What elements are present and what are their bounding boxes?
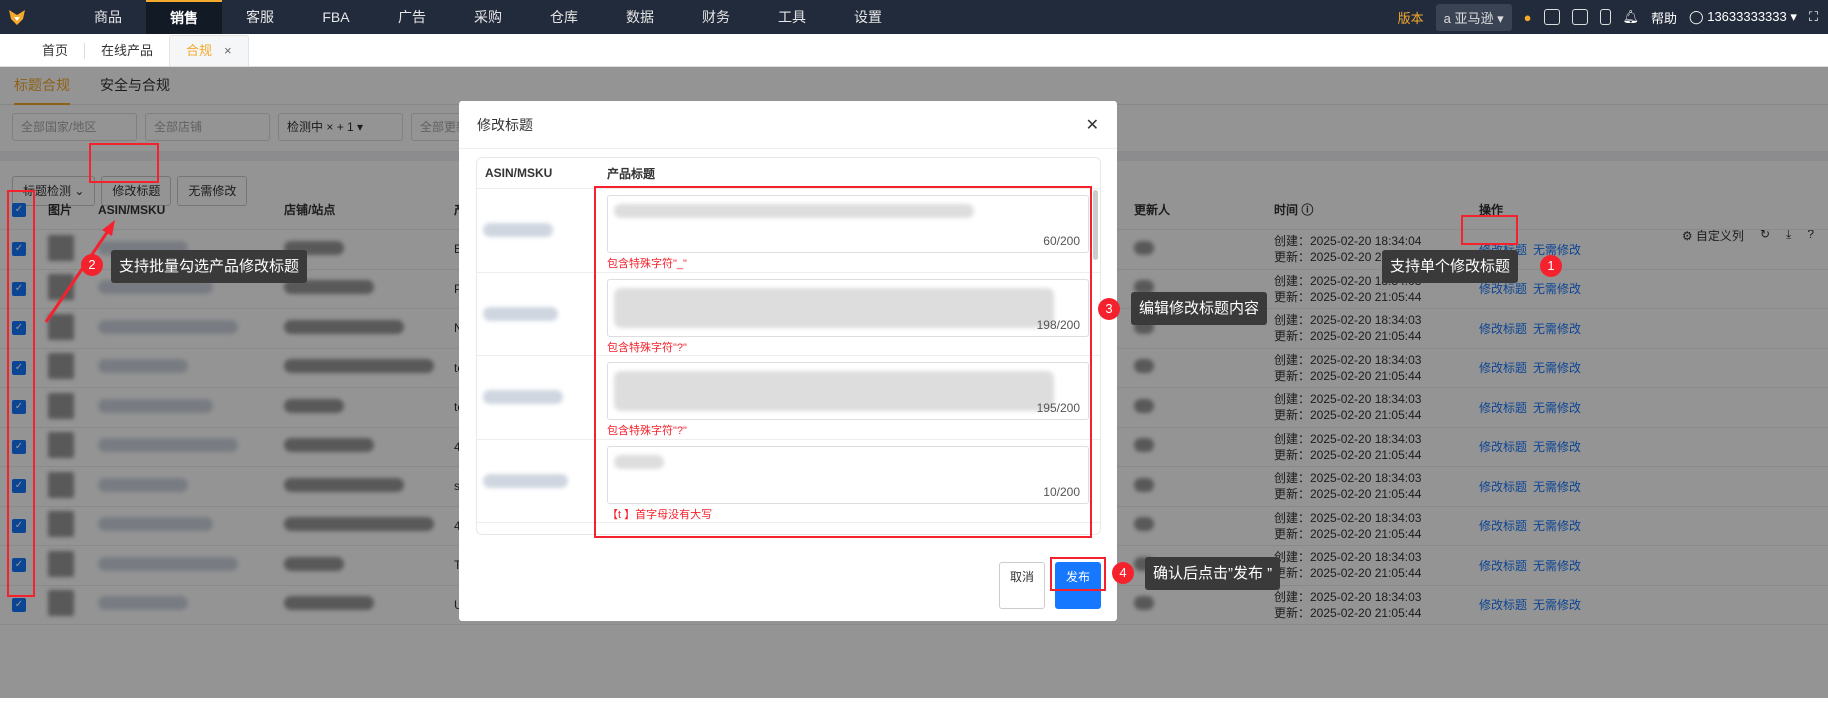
mobile-icon[interactable] (1599, 9, 1611, 25)
user-name: 13633333333 (1707, 9, 1787, 24)
annotation-tooltip-3: 编辑修改标题内容 (1131, 292, 1268, 325)
modal-col-title: 产品标题 (607, 166, 656, 181)
asin-blurred (483, 473, 568, 488)
step-badge-1: 1 (1540, 255, 1562, 277)
support-icon[interactable]: ● (1524, 10, 1532, 25)
close-icon[interactable]: ✕ (1086, 115, 1099, 135)
asin-blurred (483, 223, 553, 237)
step-badge-3: 3 (1098, 298, 1120, 320)
scrollbar[interactable] (1093, 190, 1098, 260)
user-menu[interactable]: ◯ 13633333333 ▾ (1689, 9, 1797, 25)
nav-item[interactable]: 仓库 (526, 0, 602, 34)
bell-icon[interactable]: 🔔︎ (1623, 9, 1640, 25)
task-list-icon[interactable] (1571, 9, 1588, 25)
platform-select[interactable]: a 亚马逊 ▾ (1435, 3, 1512, 31)
nav-item[interactable]: FBA (298, 0, 374, 34)
highlight-title-inputs (594, 186, 1092, 538)
top-nav: 商品 销售 客服 FBA 广告 采购 仓库 数据 财务 工具 设置 版本 a 亚马逊 ▾ ● 🔔︎ … (0, 0, 1828, 34)
close-icon[interactable]: × (224, 43, 232, 58)
nav-item[interactable]: 财务 (678, 0, 754, 34)
nav-item[interactable]: 工具 (754, 0, 830, 34)
arrow-icon (44, 220, 115, 323)
page-tabs: 首页 在线产品 合规 × (0, 34, 1828, 67)
nav-item[interactable]: 采购 (450, 0, 526, 34)
annotation-tooltip-2: 支持批量勾选产品修改标题 (111, 250, 308, 283)
fullscreen-icon[interactable]: ⛶ (1809, 9, 1818, 25)
step-badge-4: 4 (1112, 562, 1134, 584)
nav-item[interactable]: 数据 (602, 0, 678, 34)
annotation-tooltip-1: 支持单个修改标题 (1382, 250, 1519, 283)
highlight-publish (1050, 557, 1106, 591)
version-link[interactable]: 版本 (1398, 8, 1424, 27)
highlight-row-edit (1461, 215, 1518, 245)
platform-label: 亚马逊 (1454, 10, 1494, 26)
nav-item[interactable]: 客服 (222, 0, 298, 34)
modal-title: 修改标题 (477, 116, 533, 133)
step-badge-2: 2 (81, 254, 103, 276)
asin-blurred (483, 306, 558, 321)
nav-item[interactable]: 设置 (830, 0, 906, 34)
annotation-tooltip-4: 确认后点击”发布 ” (1145, 557, 1281, 590)
download-icon[interactable] (1543, 9, 1560, 25)
nav-item[interactable]: 广告 (374, 0, 450, 34)
asin-blurred (483, 390, 563, 404)
help-link[interactable]: 帮助 (1651, 8, 1677, 27)
cancel-button[interactable]: 取消 (998, 562, 1045, 609)
modal-col-asin: ASIN/MSKU (485, 166, 553, 180)
